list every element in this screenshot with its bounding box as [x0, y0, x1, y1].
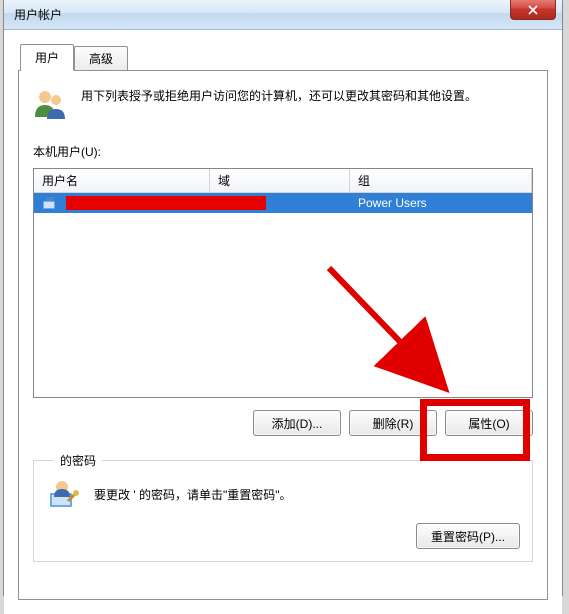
cell-group: Power Users — [350, 193, 532, 213]
cell-domain — [210, 193, 350, 213]
password-text: 要更改 ' 的密码，请单击"重置密码"。 — [94, 486, 291, 503]
password-legend: 的密码 — [54, 452, 102, 469]
password-row: 要更改 ' 的密码，请单击"重置密码"。 — [46, 477, 520, 511]
col-domain[interactable]: 域 — [210, 169, 350, 192]
client-area: 用户 高级 用下列表授予或拒绝用户访问您 — [4, 30, 562, 614]
tab-advanced[interactable]: 高级 — [74, 46, 128, 70]
user-buttons-row: 添加(D)... 删除(R) 属性(O) — [33, 410, 533, 436]
tab-advanced-label: 高级 — [89, 52, 113, 66]
password-icon — [46, 477, 80, 511]
tabs: 用户 高级 用下列表授予或拒绝用户访问您 — [18, 44, 548, 600]
reset-password-button[interactable]: 重置密码(P)... — [416, 523, 520, 549]
tab-panel-users: 用下列表授予或拒绝用户访问您的计算机，还可以更改其密码和其他设置。 本机用户(U… — [18, 70, 548, 600]
close-button[interactable] — [510, 0, 556, 20]
users-icon — [33, 87, 67, 121]
table-row[interactable]: Power Users — [34, 193, 532, 213]
col-username[interactable]: 用户名 — [34, 169, 210, 192]
tab-strip: 用户 高级 — [20, 44, 548, 70]
password-groupbox: 的密码 要更改 ' 的密码，请单击"重 — [33, 460, 533, 562]
user-accounts-dialog: 用户帐户 用户 高级 — [3, 0, 563, 596]
title-bar[interactable]: 用户帐户 — [4, 0, 562, 30]
add-button[interactable]: 添加(D)... — [253, 410, 341, 436]
window-title: 用户帐户 — [14, 6, 62, 23]
tab-users-label: 用户 — [35, 51, 59, 65]
tab-users[interactable]: 用户 — [20, 44, 74, 71]
user-list-header: 用户名 域 组 — [34, 169, 532, 193]
remove-button[interactable]: 删除(R) — [349, 410, 437, 436]
close-icon — [528, 5, 538, 15]
intro-text: 用下列表授予或拒绝用户访问您的计算机，还可以更改其密码和其他设置。 — [81, 87, 477, 106]
properties-button[interactable]: 属性(O) — [445, 410, 533, 436]
user-list[interactable]: 用户名 域 组 — [33, 168, 533, 398]
intro-row: 用下列表授予或拒绝用户访问您的计算机，还可以更改其密码和其他设置。 — [33, 87, 533, 121]
user-row-icon — [42, 195, 58, 211]
user-list-label: 本机用户(U): — [33, 143, 533, 160]
cell-username — [34, 193, 210, 213]
col-group[interactable]: 组 — [350, 169, 532, 192]
password-button-row: 重置密码(P)... — [46, 523, 520, 549]
